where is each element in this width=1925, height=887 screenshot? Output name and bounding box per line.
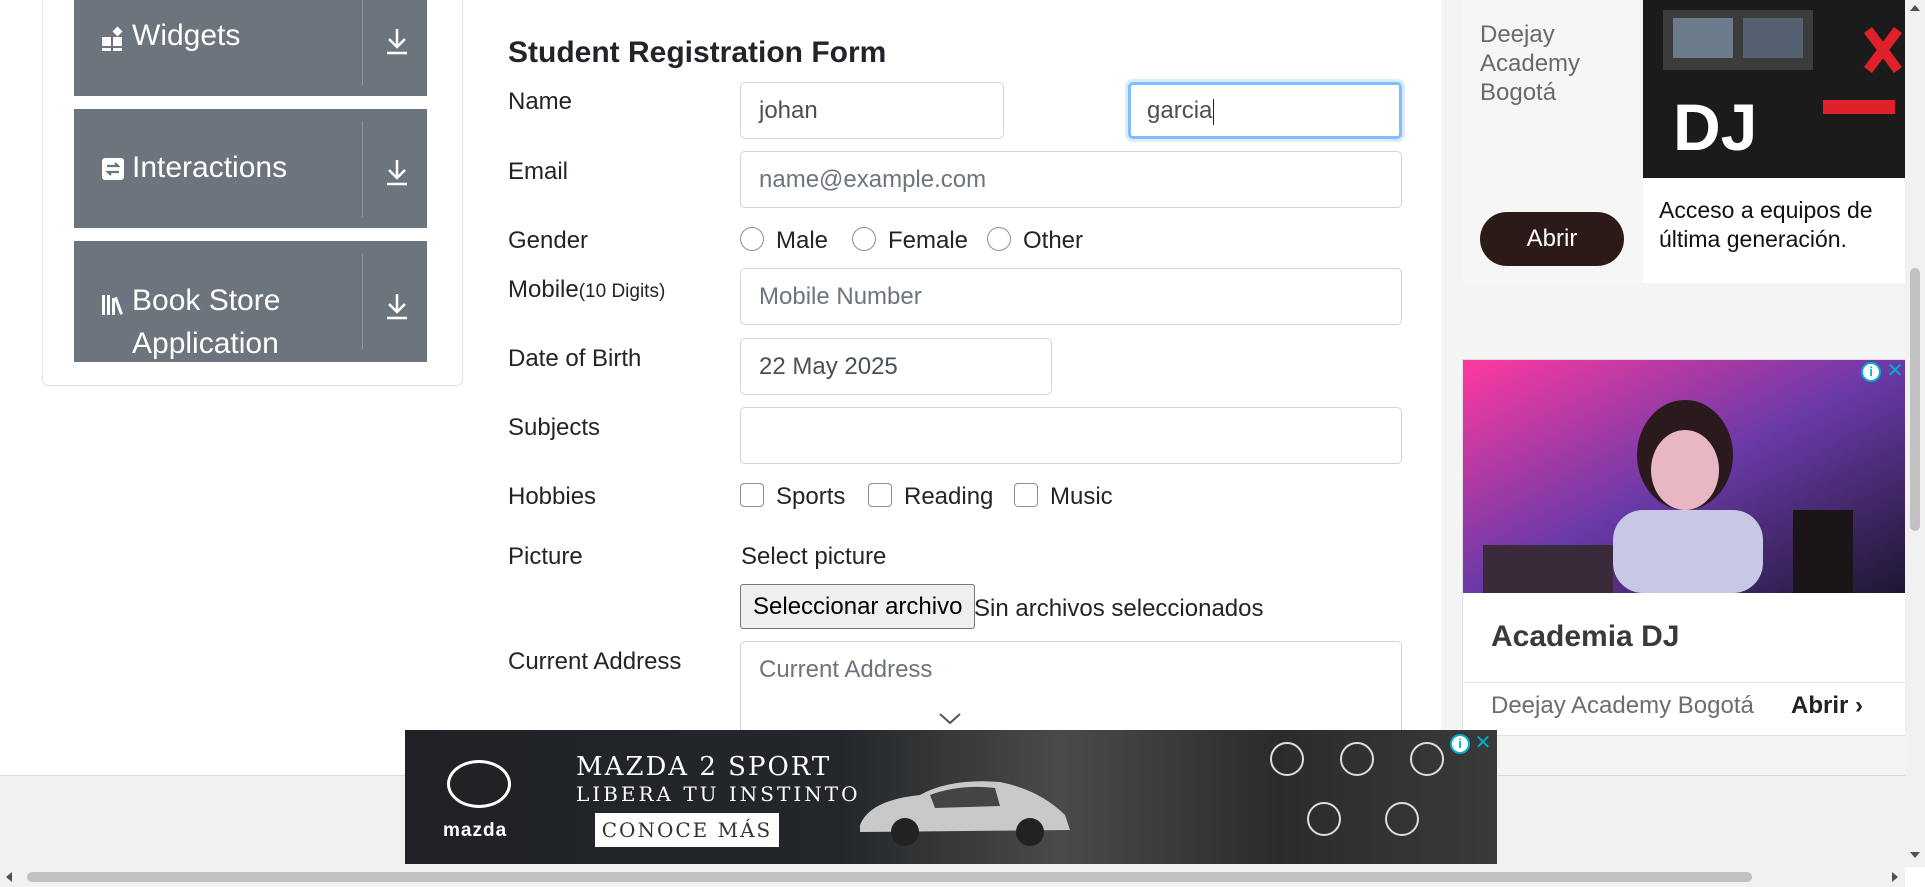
mobile-hint: (10 Digits) — [578, 281, 666, 302]
text-caret — [1213, 98, 1215, 125]
dj-photo-icon — [1463, 360, 1908, 593]
divider — [362, 254, 363, 349]
gender-label: Gender — [508, 227, 589, 254]
dob-label: Date of Birth — [508, 345, 642, 372]
download-arrow-icon — [387, 29, 407, 55]
last-name-input[interactable]: garcia — [1128, 82, 1402, 139]
ad-photo[interactable] — [1463, 360, 1908, 593]
hobby-music-checkbox[interactable] — [1014, 483, 1038, 507]
file-status: Sin archivos seleccionados — [974, 595, 1264, 622]
ad-mazda-banner[interactable]: mazda MAZDA 2 SPORT LIBERA TU INSTINTO C… — [405, 730, 1497, 864]
mobile-label: Mobile(10 Digits) — [508, 276, 665, 304]
first-name-input[interactable]: johan — [740, 82, 1004, 139]
feature-icon — [1340, 742, 1374, 776]
feature-icon — [1385, 802, 1419, 836]
hobby-reading-checkbox[interactable] — [868, 483, 892, 507]
hobby-sports-label[interactable]: Sports — [776, 483, 845, 511]
email-label: Email — [508, 158, 569, 185]
download-arrow-icon — [387, 294, 407, 320]
scroll-left-icon[interactable] — [6, 872, 12, 882]
mobile-input[interactable]: Mobile Number — [740, 268, 1402, 325]
divider — [362, 0, 363, 85]
gender-male-label[interactable]: Male — [776, 227, 828, 255]
subjects-input[interactable] — [740, 407, 1402, 464]
sidebar-item-label-line2: Application — [132, 327, 279, 360]
book-icon — [102, 295, 123, 315]
dob-input[interactable]: 22 May 2025 — [740, 338, 1052, 395]
gender-other-radio[interactable] — [987, 227, 1011, 251]
last-name-value: garcia — [1147, 97, 1213, 124]
mazda-logo-icon — [447, 760, 511, 808]
sidebar-item-widgets[interactable]: Widgets — [74, 0, 427, 96]
ad-description: Acceso a equipos de última generación. — [1659, 197, 1873, 252]
ad-close-icon[interactable]: ✕ — [1473, 733, 1493, 754]
ad-title: Academia DJ — [1491, 620, 1680, 653]
hobbies-label: Hobbies — [508, 483, 597, 510]
ad-deejay-academy[interactable]: Deejay Academy Bogotá DJ Abrir Acceso a … — [1462, 0, 1905, 283]
gender-other-label[interactable]: Other — [1023, 227, 1083, 255]
current-address-textarea[interactable]: Current Address — [740, 641, 1402, 741]
scrollbar-thumb[interactable] — [1910, 268, 1920, 531]
sidebar-item-label: Interactions — [132, 151, 288, 184]
subjects-label: Subjects — [508, 414, 601, 441]
hobby-reading-label[interactable]: Reading — [904, 483, 993, 511]
adchoices-icon[interactable]: i — [1861, 362, 1881, 382]
download-arrow-icon — [387, 160, 407, 186]
gender-female-radio[interactable] — [852, 227, 876, 251]
ad-open-link[interactable]: Abrir › — [1791, 692, 1863, 720]
gender-female-label[interactable]: Female — [888, 227, 968, 255]
svg-text:DJ: DJ — [1673, 90, 1757, 164]
picture-label: Picture — [508, 543, 583, 570]
chevron-down-icon — [939, 713, 961, 725]
ad-close-icon[interactable]: ✕ — [1885, 361, 1905, 382]
gender-male-radio[interactable] — [740, 227, 764, 251]
sidebar-item-label: Widgets — [132, 19, 241, 52]
name-label: Name — [508, 88, 573, 115]
hobby-music-label[interactable]: Music — [1050, 483, 1113, 511]
ad-headline: MAZDA 2 SPORT — [576, 752, 832, 782]
scroll-down-icon[interactable] — [1910, 852, 1920, 858]
widgets-icon — [102, 26, 123, 51]
divider — [1463, 682, 1908, 683]
adchoices-icon[interactable]: i — [1450, 734, 1470, 754]
car-icon — [860, 781, 1070, 846]
ad-open-button[interactable]: Abrir — [1480, 212, 1624, 266]
picture-prompt: Select picture — [741, 543, 887, 570]
horizontal-scrollbar[interactable] — [0, 867, 1905, 887]
feature-icon — [1410, 742, 1444, 776]
sidebar-item-interactions[interactable]: Interactions — [74, 109, 427, 228]
feature-icon — [1307, 802, 1341, 836]
form-title: Student Registration Form — [508, 36, 887, 69]
hobby-sports-checkbox[interactable] — [740, 483, 764, 507]
ad-cta-button[interactable]: CONOCE MÁS — [595, 813, 779, 847]
scroll-up-icon[interactable] — [1910, 5, 1920, 11]
address-label: Current Address — [508, 648, 682, 675]
mobile-label-text: Mobile — [508, 276, 579, 303]
ad-subheadline: LIBERA TU INSTINTO — [576, 782, 861, 806]
ad-advertiser: Deejay Academy Bogotá — [1480, 21, 1581, 106]
chevron-right-icon: › — [1855, 692, 1864, 719]
dj-poster-icon: DJ — [1643, 0, 1905, 178]
sidebar-item-book-store[interactable]: Book Store Application — [74, 241, 427, 362]
feature-icon — [1270, 742, 1304, 776]
ad-brand: mazda — [443, 820, 508, 841]
choose-file-button[interactable]: Seleccionar archivo — [740, 584, 976, 629]
scrollbar-thumb[interactable] — [27, 872, 1752, 882]
sidebar-item-label: Book Store — [132, 284, 281, 317]
ad-dj-image[interactable]: DJ — [1643, 0, 1905, 178]
ad-advertiser: Deejay Academy Bogotá — [1491, 692, 1754, 719]
vertical-scrollbar[interactable] — [1905, 0, 1925, 867]
scroll-right-icon[interactable] — [1892, 872, 1898, 882]
interactions-icon — [102, 158, 124, 180]
ad-academia-dj[interactable]: i ✕ Academia DJ Deejay Academy Bogotá Ab… — [1462, 359, 1908, 736]
divider — [362, 121, 363, 217]
email-input[interactable]: name@example.com — [740, 151, 1402, 208]
